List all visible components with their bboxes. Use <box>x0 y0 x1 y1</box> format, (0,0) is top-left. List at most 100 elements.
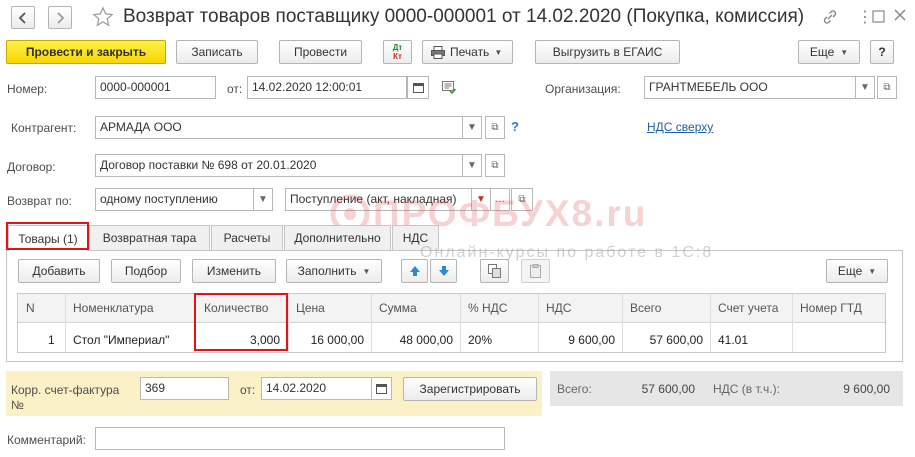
total-label: Всего: <box>557 382 592 396</box>
dt-label: Дт <box>392 43 403 52</box>
correction-invoice-date-label: от: <box>240 383 256 397</box>
forward-button[interactable] <box>48 6 72 29</box>
column-header-item[interactable]: Номенклатура <box>73 301 154 315</box>
contractor-label: Контрагент: <box>11 121 77 135</box>
correction-invoice-number-field[interactable]: 369 <box>140 377 229 400</box>
more-label: Еще <box>809 45 835 59</box>
pick-button[interactable]: Подбор <box>111 259 181 283</box>
calendar-icon <box>376 384 387 394</box>
favorite-star-icon[interactable] <box>92 6 114 31</box>
calendar-icon <box>412 83 424 93</box>
contractor-help-icon[interactable]: ? <box>511 119 519 134</box>
total-value: 57 600,00 <box>641 382 695 396</box>
paste-button[interactable] <box>521 259 550 283</box>
table-more-button[interactable]: Еще ▼ <box>826 259 888 283</box>
column-header-account[interactable]: Счет учета <box>718 301 778 315</box>
correction-invoice-calendar-button[interactable] <box>372 377 392 400</box>
tab-return-container[interactable]: Возвратная тара <box>89 225 210 250</box>
number-label: Номер: <box>7 82 48 96</box>
dt-kt-button[interactable]: Дт Кт <box>383 40 412 64</box>
watermark-tagline: Онлайн-курсы по работе в 1С:8 <box>420 244 714 261</box>
quantity-column-highlight <box>194 293 288 351</box>
save-button[interactable]: Записать <box>176 40 258 64</box>
help-button[interactable]: ? <box>870 40 894 64</box>
column-header-vat-rate[interactable]: % НДС <box>468 301 507 315</box>
vat-top-link[interactable]: НДС сверху <box>647 120 713 134</box>
chevron-down-icon: ▼ <box>362 266 371 276</box>
move-up-button[interactable] <box>401 259 428 283</box>
table-more-label: Еще <box>837 264 863 278</box>
post-and-close-button[interactable]: Провести и закрыть <box>6 40 166 64</box>
page-title: Возврат товаров поставщику 0000-000001 о… <box>123 6 805 27</box>
back-button[interactable] <box>11 6 35 29</box>
calendar-button[interactable] <box>407 76 429 99</box>
column-header-price[interactable]: Цена <box>296 301 325 315</box>
tab-settlements[interactable]: Расчеты <box>211 225 283 250</box>
column-header-total[interactable]: Всего <box>630 301 661 315</box>
cell-price: 16 000,00 <box>310 333 364 347</box>
printer-icon <box>431 45 445 59</box>
chevron-down-icon: ▼ <box>840 47 849 57</box>
contract-label: Договор: <box>7 160 56 174</box>
tab-additional[interactable]: Дополнительно <box>284 225 391 250</box>
organization-field[interactable]: ГРАНТМЕБЕЛЬ ООО <box>644 76 856 99</box>
contractor-field[interactable]: АРМАДА ООО <box>95 116 463 139</box>
organization-label: Организация: <box>545 82 621 96</box>
maximize-icon[interactable] <box>872 10 885 26</box>
column-header-vat[interactable]: НДС <box>546 301 571 315</box>
column-header-sum[interactable]: Сумма <box>379 301 417 315</box>
return-by-field[interactable]: одному поступлению <box>95 188 254 211</box>
tab-goods-highlight <box>6 222 89 250</box>
correction-invoice-label: Корр. счет-фактура <box>11 383 120 397</box>
register-button[interactable]: Зарегистрировать <box>403 377 537 401</box>
copy-button[interactable] <box>480 259 509 283</box>
kt-label: Кт <box>393 52 402 61</box>
print-button[interactable]: Печать ▼ <box>422 40 513 64</box>
cell-sum: 48 000,00 <box>399 333 453 347</box>
edit-button[interactable]: Изменить <box>192 259 276 283</box>
more-button[interactable]: Еще ▼ <box>798 40 860 64</box>
contractor-open-button[interactable]: ⧉ <box>485 116 505 139</box>
column-header-n[interactable]: N <box>26 301 35 315</box>
document-status-icon[interactable] <box>442 80 457 97</box>
correction-invoice-number-sign: № <box>11 398 24 412</box>
cell-vat-rate: 20% <box>468 333 493 347</box>
vat-included-label: НДС (в т.ч.): <box>713 382 780 396</box>
fill-label: Заполнить <box>297 264 357 278</box>
fill-button[interactable]: Заполнить ▼ <box>286 259 382 283</box>
contractor-dropdown-button[interactable]: ▼ <box>463 116 482 139</box>
return-by-label: Возврат по: <box>7 194 72 208</box>
menu-dots-icon[interactable]: ⋮ <box>857 7 873 27</box>
cell-total: 57 600,00 <box>649 333 703 347</box>
post-button[interactable]: Провести <box>279 40 362 64</box>
arrow-down-icon <box>438 266 449 276</box>
contract-dropdown-button[interactable]: ▼ <box>463 154 482 177</box>
number-field[interactable]: 0000-000001 <box>95 76 216 99</box>
date-field[interactable]: 14.02.2020 12:00:01 <box>247 76 407 99</box>
print-label: Печать <box>450 45 490 59</box>
add-button[interactable]: Добавить <box>18 259 100 283</box>
paste-icon <box>529 264 541 278</box>
close-icon[interactable] <box>893 8 907 25</box>
chevron-down-icon: ▼ <box>494 47 503 57</box>
organization-open-button[interactable]: ⧉ <box>877 76 897 99</box>
move-down-button[interactable] <box>430 259 457 283</box>
comment-field[interactable] <box>95 427 505 450</box>
arrow-up-icon <box>409 266 420 276</box>
copy-icon <box>487 264 501 278</box>
cell-account: 41.01 <box>718 333 749 347</box>
chevron-down-icon: ▼ <box>868 266 877 276</box>
cell-vat: 9 600,00 <box>568 333 615 347</box>
return-by-dropdown-button[interactable]: ▼ <box>254 188 273 211</box>
contract-open-button[interactable]: ⧉ <box>485 154 505 177</box>
egais-upload-button[interactable]: Выгрузить в ЕГАИС <box>535 40 680 64</box>
organization-dropdown-button[interactable]: ▼ <box>856 76 875 99</box>
arrow-right-icon <box>57 11 65 24</box>
cell-item: Стол "Империал" <box>73 333 170 347</box>
link-icon[interactable] <box>822 9 838 28</box>
contract-field[interactable]: Договор поставки № 698 от 20.01.2020 <box>95 154 463 177</box>
column-header-customs-number[interactable]: Номер ГТД <box>800 301 862 315</box>
date-label: от: <box>227 82 243 96</box>
correction-invoice-date-field[interactable]: 14.02.2020 <box>261 377 372 400</box>
vat-included-value: 9 600,00 <box>843 382 890 396</box>
